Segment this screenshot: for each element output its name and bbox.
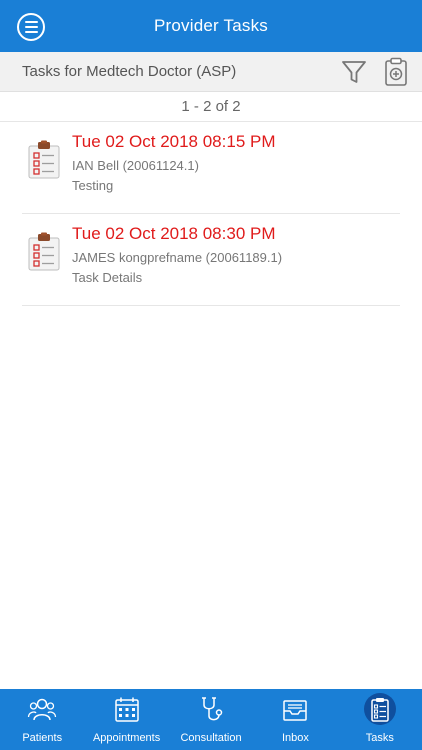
filter-button[interactable] [340,58,368,86]
add-task-button[interactable] [384,57,408,87]
task-description: Testing [72,178,114,193]
clipboard-checklist-icon [371,698,389,722]
task-list: Tue 02 Oct 2018 08:15 PM IAN Bell (20061… [0,122,422,306]
nav-item-appointments[interactable]: Appointments [84,689,168,750]
nav-item-patients[interactable]: Patients [0,689,84,750]
provider-tasks-screen: Provider Tasks Tasks for Medtech Doctor … [0,0,422,750]
task-patient: JAMES kongprefname (20061189.1) [72,250,283,265]
task-row[interactable]: Tue 02 Oct 2018 08:15 PM IAN Bell (20061… [22,122,400,214]
task-date: Tue 02 Oct 2018 08:30 PM [72,224,276,243]
task-row[interactable]: Tue 02 Oct 2018 08:30 PM JAMES kongprefn… [22,214,400,306]
app-header: Provider Tasks [0,0,422,52]
task-date: Tue 02 Oct 2018 08:15 PM [72,132,276,151]
nav-label: Patients [22,732,63,744]
task-patient: IAN Bell (20061124.1) [72,158,199,173]
calendar-icon [114,697,139,722]
nav-label: Appointments [92,732,161,744]
pagination-info: 1 - 2 of 2 [0,92,422,122]
nav-label: Inbox [281,732,309,744]
task-description: Task Details [72,270,143,285]
task-checklist-icon [28,232,60,271]
bottom-navigation: Patients Appointments Consultation Inbox… [0,689,422,750]
stethoscope-icon [202,697,223,721]
patients-icon [28,698,57,721]
nav-item-inbox[interactable]: Inbox [253,689,337,750]
clipboard-add-icon [385,57,407,86]
inbox-icon [283,700,308,721]
pagination-text: 1 - 2 of 2 [181,98,241,115]
page-title: Provider Tasks [154,16,268,35]
nav-item-tasks[interactable]: Tasks [338,689,422,750]
menu-icon [24,21,38,23]
filter-icon [342,61,366,83]
nav-label: Tasks [365,732,394,744]
nav-item-consultation[interactable]: Consultation [169,689,253,750]
tasks-subheader: Tasks for Medtech Doctor (ASP) [0,52,422,92]
menu-button[interactable] [17,13,45,41]
nav-label: Consultation [180,732,242,744]
task-checklist-icon [28,140,60,179]
tasks-owner-title: Tasks for Medtech Doctor (ASP) [22,63,237,80]
